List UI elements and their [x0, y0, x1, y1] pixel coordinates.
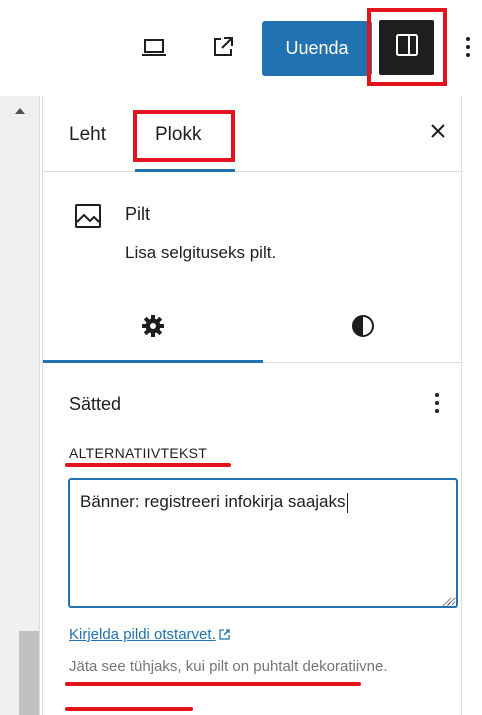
preview-button[interactable]: [133, 30, 175, 68]
tab-page[interactable]: Leht: [69, 124, 106, 146]
block-inspector-tabs: [43, 293, 463, 363]
help-highlight-line-1: [65, 682, 361, 686]
close-sidebar-button[interactable]: [423, 118, 453, 148]
image-icon: [73, 201, 103, 231]
block-title: Pilt: [125, 204, 151, 224]
settings-heading: Sätted: [69, 394, 122, 414]
scrollbar[interactable]: [0, 96, 40, 715]
sidebar-tabs: Leht Plokk: [43, 96, 463, 172]
active-tab-indicator: [135, 169, 235, 172]
view-post-button[interactable]: [202, 30, 244, 68]
alt-text-label: ALTERNATIIVTEKST: [69, 445, 208, 461]
block-description: Lisa selgituseks pilt.: [125, 243, 277, 262]
settings-sidebar: Leht Plokk Pilt Lisa selgituseks pilt. S…: [42, 96, 463, 715]
settings-button[interactable]: [379, 20, 434, 75]
external-link-icon: [211, 35, 235, 64]
help-highlight-line-2: [65, 707, 193, 711]
alt-text-value: Bänner: registreeri infokirja saajaks: [80, 492, 346, 511]
vertical-ellipsis-icon: [434, 391, 440, 420]
settings-highlight: [367, 8, 447, 86]
laptop-icon: [141, 37, 167, 62]
text-caret: [346, 492, 348, 513]
update-button[interactable]: Uuenda: [262, 21, 372, 76]
tab-block-highlight: Plokk: [133, 110, 235, 162]
active-subtab-indicator: [43, 360, 263, 363]
resize-grip-icon[interactable]: [442, 592, 452, 606]
alt-text-field[interactable]: Bänner: registreeri infokirja saajaks: [69, 479, 457, 607]
vertical-ellipsis-icon: [465, 35, 471, 64]
external-link-icon: [219, 627, 230, 644]
alt-text-help-text: Jäta see tühjaks, kui pilt on puhtalt de…: [69, 658, 388, 675]
tab-block[interactable]: Plokk: [155, 124, 201, 146]
block-card: Pilt Lisa selgituseks pilt.: [43, 173, 463, 293]
tab-styles[interactable]: [263, 293, 463, 363]
scrollbar-thumb[interactable]: [19, 631, 39, 715]
sidebar-toggle-icon: [394, 32, 420, 63]
alt-label-highlight: [65, 463, 231, 467]
gear-icon: [141, 314, 165, 343]
options-button[interactable]: [456, 30, 480, 68]
tab-settings[interactable]: [43, 293, 263, 363]
settings-options-button[interactable]: [425, 388, 449, 422]
close-icon: [430, 123, 446, 144]
contrast-icon: [350, 313, 376, 344]
editor-toolbar: Uuenda: [0, 0, 482, 96]
alt-text-help-link[interactable]: Kirjelda pildi otstarvet.: [69, 626, 230, 644]
settings-panel: Sätted ALTERNATIIVTEKST Bänner: registre…: [43, 364, 463, 715]
scroll-up-arrow-icon[interactable]: [0, 96, 40, 126]
